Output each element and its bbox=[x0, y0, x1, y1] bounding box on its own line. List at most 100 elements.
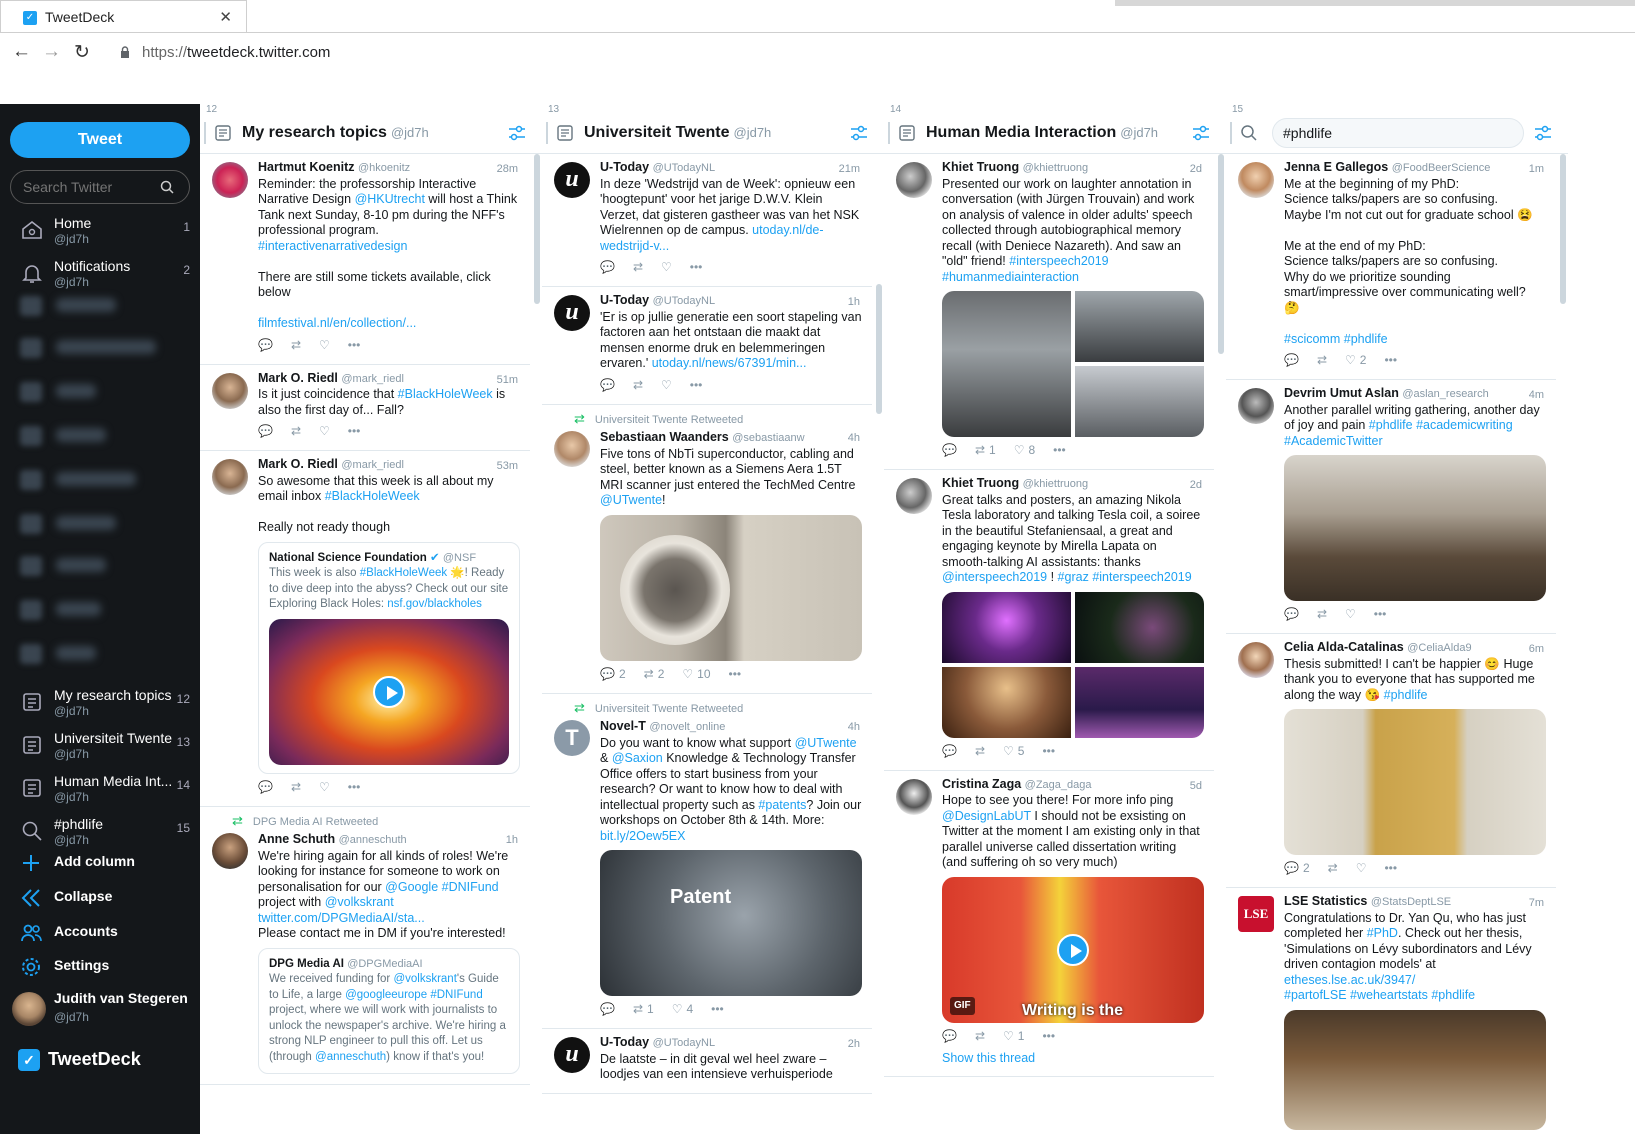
avatar[interactable] bbox=[1238, 642, 1274, 678]
photo-grid[interactable] bbox=[942, 291, 1204, 437]
hashtag-link[interactable]: #BlackHoleWeek bbox=[325, 489, 420, 503]
video-thumbnail[interactable] bbox=[269, 618, 509, 765]
tweet-time[interactable]: 1h bbox=[506, 833, 518, 849]
tweet-author[interactable]: U-Today bbox=[600, 160, 649, 174]
hashtag-link[interactable]: #PhD bbox=[1367, 926, 1398, 940]
photo[interactable] bbox=[942, 591, 1071, 663]
tweet[interactable]: ⇄ Universiteit Twente Retweeted Sebastiaa… bbox=[542, 405, 872, 694]
hashtag-link[interactable]: #BlackHoleWeek bbox=[398, 387, 493, 401]
tweet[interactable]: Hartmut Koenitz @hkoenitz 28m Reminder: … bbox=[200, 154, 530, 365]
tweet[interactable]: ⇄ Universiteit Twente Retweeted T Novel-T… bbox=[542, 694, 872, 1029]
reply-icon[interactable]: 💬 bbox=[1284, 353, 1299, 369]
tweet[interactable]: u U-Today @UTodayNL 21m In deze 'Wedstri… bbox=[542, 154, 872, 287]
hashtag-link[interactable]: #phdlife bbox=[1384, 688, 1428, 702]
quoted-tweet[interactable]: DPG Media AI @DPGMediaAI We received fun… bbox=[258, 947, 520, 1074]
sidebar-item-home[interactable]: Home @jd7h 1 bbox=[0, 210, 200, 254]
retweet-button[interactable]: ⇄ 2 bbox=[644, 667, 665, 683]
like-button[interactable]: ♡ 10 bbox=[682, 667, 710, 683]
mention-link[interactable]: @anneschuth bbox=[315, 1051, 386, 1063]
reply-icon[interactable]: 💬 bbox=[600, 1002, 615, 1018]
photo[interactable] bbox=[1284, 1009, 1546, 1130]
tweet-handle[interactable]: @sebastiaanw bbox=[732, 432, 804, 444]
mention-link[interactable]: @UTwente bbox=[600, 493, 662, 507]
mention-link[interactable]: @volkskrant bbox=[393, 973, 456, 985]
retweet-icon[interactable]: ⇄ bbox=[633, 378, 643, 394]
photo[interactable] bbox=[1075, 591, 1204, 663]
tweet[interactable]: Khiet Truong @khiettruong 2d Great talks… bbox=[884, 470, 1214, 771]
hashtag-link[interactable]: #AcademicTwitter bbox=[1284, 434, 1383, 448]
avatar[interactable] bbox=[1238, 162, 1274, 198]
tweet-author[interactable]: Novel-T bbox=[600, 719, 646, 733]
tweet-author[interactable]: Celia Alda-Catalinas bbox=[1284, 640, 1404, 654]
collapse-button[interactable]: Collapse bbox=[20, 883, 200, 913]
tweet[interactable]: u U-Today @UTodayNL 1h 'Er is op jullie … bbox=[542, 287, 872, 405]
more-icon[interactable]: ••• bbox=[348, 424, 361, 440]
tweet-time[interactable]: 2d bbox=[1190, 478, 1202, 494]
sidebar-item-my-research-topics[interactable]: My research topics @jd7h 12 bbox=[0, 682, 200, 726]
tweet[interactable]: ⇄ DPG Media AI Retweeted Anne Schuth @ann… bbox=[200, 807, 530, 1085]
tweet-time[interactable]: 2d bbox=[1190, 162, 1202, 178]
photo[interactable] bbox=[942, 666, 1071, 738]
column-search-input[interactable] bbox=[1272, 118, 1524, 148]
reply-icon[interactable]: 💬 bbox=[258, 780, 273, 796]
hashtag-link[interactable]: #DNIFund bbox=[442, 880, 499, 894]
like-button[interactable]: ♡ 2 bbox=[1345, 353, 1366, 369]
avatar[interactable] bbox=[1238, 388, 1274, 424]
scrollbar[interactable] bbox=[1560, 154, 1566, 304]
photo[interactable] bbox=[1075, 366, 1204, 437]
column-settings-icon[interactable] bbox=[850, 124, 868, 142]
play-icon[interactable] bbox=[373, 675, 405, 708]
quoted-tweet[interactable]: National Science Foundation ✔ @NSF This … bbox=[258, 541, 520, 774]
accounts-button[interactable]: Accounts bbox=[20, 918, 200, 948]
avatar[interactable] bbox=[212, 459, 248, 495]
hashtag-link[interactable]: #graz bbox=[1058, 570, 1089, 584]
like-icon[interactable]: ♡ bbox=[319, 424, 330, 440]
tweet-time[interactable]: 4h bbox=[848, 431, 860, 447]
tweet-handle[interactable]: @aslan_research bbox=[1402, 388, 1488, 400]
mention-link[interactable]: @Google bbox=[385, 880, 438, 894]
photo[interactable] bbox=[1075, 666, 1204, 738]
url-link[interactable]: filmfestival.nl/en/collection/... bbox=[258, 316, 416, 330]
hashtag-link[interactable]: #humanmediainteraction bbox=[942, 270, 1079, 284]
column-header[interactable] bbox=[1226, 114, 1568, 154]
tweet-author[interactable]: Mark O. Riedl bbox=[258, 457, 338, 471]
mention-link[interactable]: @UTwente bbox=[795, 736, 857, 750]
column-header[interactable]: My research topics @jd7h bbox=[200, 114, 542, 154]
browser-tab[interactable]: ✓ TweetDeck ✕ bbox=[0, 0, 247, 33]
hashtag-link[interactable]: #phdlife bbox=[1369, 418, 1413, 432]
hashtag-link[interactable]: #interspeech2019 bbox=[1009, 254, 1108, 268]
reply-icon[interactable]: 💬 bbox=[942, 1029, 957, 1045]
hashtag-link[interactable]: #interspeech2019 bbox=[1092, 570, 1191, 584]
avatar[interactable] bbox=[212, 832, 248, 869]
url-link[interactable]: etheses.lse.ac.uk/3947/ bbox=[1284, 973, 1415, 987]
reply-icon[interactable]: 💬 bbox=[600, 260, 615, 276]
tweet-handle[interactable]: @FoodBeerScience bbox=[1392, 162, 1491, 174]
reply-icon[interactable]: 💬 bbox=[942, 443, 957, 459]
sidebar-item-notifications[interactable]: Notifications @jd7h 2 bbox=[0, 253, 200, 297]
hashtag-link[interactable]: #scicomm bbox=[1284, 332, 1340, 346]
url-link[interactable]: utoday.nl/news/67391/min... bbox=[652, 356, 807, 370]
avatar[interactable] bbox=[896, 778, 932, 815]
reply-button[interactable]: 💬 2 bbox=[1284, 861, 1310, 877]
sidebar-item-human-media-interaction[interactable]: Human Media Int... @jd7h 14 bbox=[0, 768, 200, 812]
tweet-author[interactable]: Anne Schuth bbox=[258, 832, 335, 846]
tweet-handle[interactable]: @CeliaAlda9 bbox=[1407, 642, 1471, 654]
more-icon[interactable]: ••• bbox=[348, 780, 361, 796]
retweet-button[interactable]: ⇄ 1 bbox=[975, 443, 996, 459]
column-settings-icon[interactable] bbox=[1534, 124, 1552, 142]
tweet-author[interactable]: LSE Statistics bbox=[1284, 894, 1367, 908]
tweet-author[interactable]: Hartmut Koenitz bbox=[258, 160, 355, 174]
close-tab-icon[interactable]: ✕ bbox=[219, 8, 232, 26]
retweet-icon[interactable]: ⇄ bbox=[1317, 353, 1327, 369]
tweet-handle[interactable]: @mark_riedl bbox=[341, 373, 404, 385]
tweet-author[interactable]: Jenna E Gallegos bbox=[1284, 160, 1388, 174]
tweet-author[interactable]: Khiet Truong bbox=[942, 476, 1019, 490]
column-feed[interactable]: u U-Today @UTodayNL 21m In deze 'Wedstri… bbox=[542, 154, 872, 1134]
photo[interactable] bbox=[1284, 455, 1546, 601]
mention-link[interactable]: @DesignLabUT bbox=[942, 809, 1031, 823]
like-icon[interactable]: ♡ bbox=[661, 378, 672, 394]
tweet[interactable]: Khiet Truong @khiettruong 2d Presented o… bbox=[884, 154, 1214, 470]
more-icon[interactable]: ••• bbox=[348, 338, 361, 354]
hashtag-link[interactable]: #weheartstats bbox=[1350, 988, 1428, 1002]
tweet-time[interactable]: 6m bbox=[1529, 642, 1544, 658]
